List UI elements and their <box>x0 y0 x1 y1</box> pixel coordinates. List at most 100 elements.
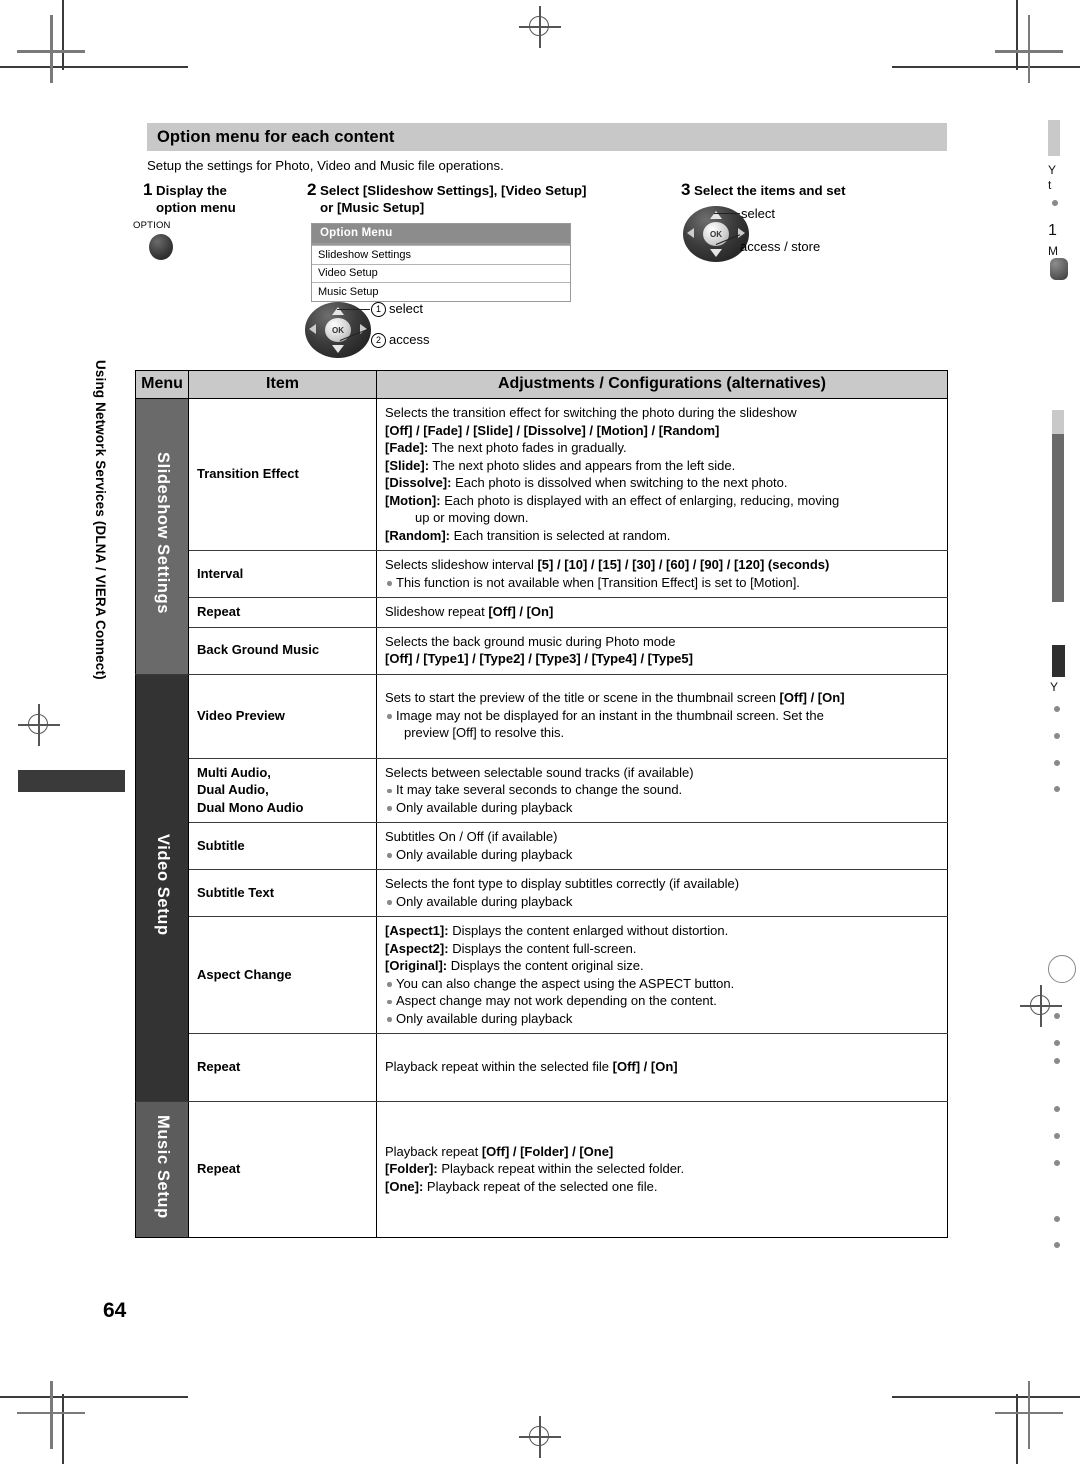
desc-lead: [Aspect2]: <box>385 940 449 956</box>
desc-line: The next photo fades in gradually. <box>428 440 627 455</box>
desc-line: [Off] / [Type1] / [Type2] / [Type3] / [T… <box>385 651 693 666</box>
desc-line: up or moving down. <box>415 510 529 525</box>
desc-bullet: You can also change the aspect using the… <box>385 975 939 993</box>
option-button-label: OPTION <box>133 220 171 231</box>
desc-line: Selects the back ground music during Pho… <box>385 633 676 649</box>
item-video-preview: Video Preview <box>188 674 377 759</box>
desc-line: Each photo is displayed with an effect o… <box>440 492 840 508</box>
desc-bold: [Off] / [On] <box>612 1059 678 1075</box>
desc-video-preview: Sets to start the preview of the title o… <box>376 674 948 759</box>
item-subtitle-text: Subtitle Text <box>188 869 377 917</box>
table-row: Multi Audio, Dual Audio, Dual Mono Audio… <box>136 758 948 823</box>
table-row: Music Setup Repeat Playback repeat [Off]… <box>135 1101 948 1238</box>
tv-option-menu: Option Menu Slideshow Settings Video Set… <box>311 223 571 302</box>
desc-multi-audio: Selects between selectable sound tracks … <box>376 758 948 823</box>
desc-bold: [5] / [10] / [15] / [30] / [60] / [90] /… <box>537 557 830 572</box>
desc-back-ground-music: Selects the back ground music during Pho… <box>376 627 948 675</box>
item-aspect-change: Aspect Change <box>188 916 377 1034</box>
desc-repeat-slideshow: Slideshow repeat [Off] / [On] <box>376 597 948 628</box>
callout-line-select-step2 <box>337 309 370 311</box>
menu-group-music-setup: Music Setup <box>135 1101 189 1238</box>
desc-transition-effect: Selects the transition effect for switch… <box>376 398 948 551</box>
chapter-tab-marker <box>18 770 125 792</box>
step-1: 1 Display the option menu <box>143 180 293 216</box>
option-button-illustration: OPTION <box>133 220 173 260</box>
manual-page: Option menu for each content Setup the s… <box>0 0 1080 1464</box>
desc-line: Selects slideshow interval <box>385 557 538 572</box>
menu-group-label: Slideshow Settings <box>153 452 172 615</box>
menu-group-slideshow-settings: Slideshow Settings <box>135 398 189 675</box>
page-title: Option menu for each content <box>157 127 395 146</box>
arrow-down-icon <box>710 249 722 257</box>
desc-line: Playback repeat within the selected fold… <box>437 1161 685 1177</box>
settings-table: Menu Item Adjustments / Configurations (… <box>135 370 948 1238</box>
table-row: Subtitle Subtitles On / Off (if availabl… <box>136 822 948 870</box>
desc-lead: [Random]: <box>385 527 450 543</box>
desc-lead: [Fade]: <box>385 440 429 455</box>
tv-menu-item-slideshow-settings[interactable]: Slideshow Settings <box>312 245 570 264</box>
tv-option-menu-title: Option Menu <box>312 224 570 243</box>
desc-line: Each photo is dissolved when switching t… <box>451 475 788 490</box>
desc-line: The next photo slides and appears from t… <box>429 457 736 473</box>
desc-line: Selects the font type to display subtitl… <box>385 876 740 891</box>
item-repeat-slideshow: Repeat <box>188 597 377 628</box>
item-multi-audio: Multi Audio, Dual Audio, Dual Mono Audio <box>188 758 377 823</box>
item-repeat-music: Repeat <box>188 1101 377 1238</box>
step-1-text: Display the option menu <box>156 183 236 215</box>
tv-menu-item-video-setup[interactable]: Video Setup <box>312 263 570 282</box>
arrow-left-icon <box>687 228 694 238</box>
desc-line: Slideshow repeat <box>385 604 489 619</box>
desc-line: Subtitles On / Off (if available) <box>385 829 558 844</box>
desc-lead: [Slide]: <box>385 457 430 473</box>
desc-line: Playback repeat within the selected file <box>385 1059 613 1075</box>
desc-line: Displays the content original size. <box>447 958 644 973</box>
desc-aspect-change: [Aspect1]: Displays the content enlarged… <box>376 916 948 1034</box>
section-intro-text: Setup the settings for Photo, Video and … <box>147 158 504 173</box>
desc-line: Playback repeat of the selected one file… <box>423 1178 658 1194</box>
callout-select-step2: select <box>371 301 423 317</box>
desc-subtitle-text: Selects the font type to display subtitl… <box>376 869 948 917</box>
chapter-side-tab-label: Using Network Services (DLNA / VIERA Con… <box>93 360 108 680</box>
column-header-menu: Menu <box>135 370 189 399</box>
desc-bold: [Off] / [Folder] / [One] <box>481 1143 614 1159</box>
desc-repeat-video: Playback repeat within the selected file… <box>376 1033 948 1102</box>
desc-line: Selects the transition effect for switch… <box>385 405 797 420</box>
desc-lead: [Motion]: <box>385 492 441 508</box>
step-3-number: 3 <box>681 180 691 199</box>
desc-bullet: It may take several seconds to change th… <box>385 781 939 799</box>
desc-lead: [Aspect1]: <box>385 923 449 938</box>
ok-button-icon: OK <box>703 222 729 246</box>
menu-group-label: Music Setup <box>153 1114 172 1219</box>
desc-lead: [One]: <box>385 1178 424 1194</box>
callout-select-step3: select <box>741 206 775 221</box>
table-row: Back Ground Music Selects the back groun… <box>136 627 948 675</box>
desc-line: Playback repeat <box>385 1143 482 1159</box>
table-header-row: Menu Item Adjustments / Configurations (… <box>135 370 948 399</box>
desc-subtitle: Subtitles On / Off (if available) Only a… <box>376 822 948 870</box>
desc-bullet: This function is not available when [Tra… <box>385 574 939 592</box>
table-row: Aspect Change [Aspect1]: Displays the co… <box>136 916 948 1034</box>
desc-bullet: Only available during playback <box>385 1010 939 1028</box>
step-2-text: Select [Slideshow Settings], [Video Setu… <box>320 183 587 215</box>
column-header-item: Item <box>188 370 377 399</box>
table-row: Interval Selects slideshow interval [5] … <box>136 550 948 598</box>
step-2: 2 Select [Slideshow Settings], [Video Se… <box>307 180 667 216</box>
desc-repeat-music: Playback repeat [Off] / [Folder] / [One]… <box>376 1101 948 1238</box>
menu-group-label: Video Setup <box>153 834 172 936</box>
step-1-number: 1 <box>143 180 153 199</box>
desc-line: Displays the content enlarged without di… <box>448 923 729 938</box>
desc-bullet: Only available during playback <box>385 893 939 911</box>
desc-bullet: Only available during playback <box>385 799 939 817</box>
callout-line-select-step3 <box>714 213 740 215</box>
option-button-knob-icon <box>149 234 173 260</box>
desc-line: [Off] / [Fade] / [Slide] / [Dissolve] / … <box>385 422 720 438</box>
table-row: Subtitle Text Selects the font type to d… <box>136 869 948 917</box>
tv-menu-item-music-setup[interactable]: Music Setup <box>312 282 570 301</box>
arrow-down-icon <box>332 345 344 353</box>
callout-access-step2: access <box>371 332 429 348</box>
menu-group-video-setup: Video Setup <box>135 674 189 1102</box>
table-row: Repeat Playback repeat within the select… <box>136 1033 948 1102</box>
step-3-text: Select the items and set <box>694 183 846 198</box>
item-interval: Interval <box>188 550 377 598</box>
table-row: Video Setup Video Preview Sets to start … <box>135 674 948 1102</box>
